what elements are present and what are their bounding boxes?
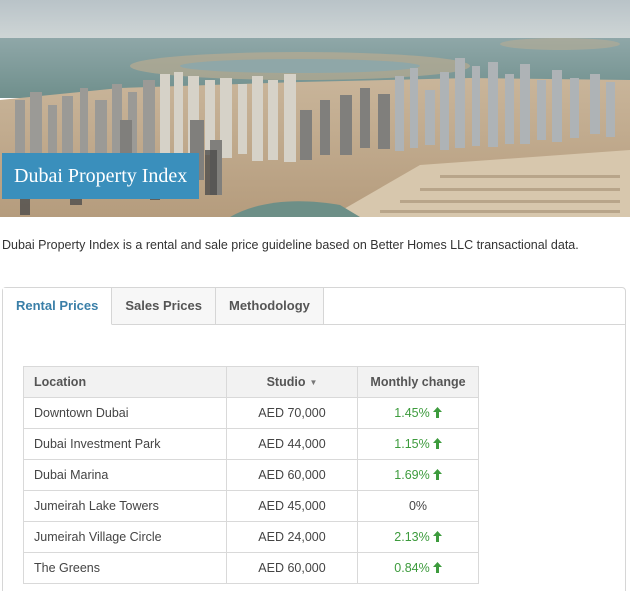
header-monthly-change: Monthly change [357,366,479,398]
change-value: 0% [408,499,428,513]
table-header-row: Location Studio ▼ Monthly change [23,366,479,398]
hero-banner: Dubai Property Index [0,0,630,217]
tabs-panel: Rental Prices Sales Prices Methodology L… [2,287,626,591]
monthly-change-cell: 1.45% [357,397,479,429]
location-cell: Jumeirah Lake Towers [23,490,227,522]
header-studio-sort[interactable]: Studio ▼ [226,366,358,398]
table-row: Downtown Dubai AED 70,000 1.45% [23,397,479,429]
change-value: 2.13% [394,530,430,544]
table-row: Jumeirah Village Circle AED 24,000 2.13% [23,521,479,553]
hero-title: Dubai Property Index [2,153,200,199]
monthly-change-cell: 0% [357,490,479,522]
monthly-change-cell: 0.84% [357,552,479,584]
change-value: 1.45% [394,406,430,420]
tab-bar: Rental Prices Sales Prices Methodology [3,288,324,325]
tab-rental-prices[interactable]: Rental Prices [3,288,113,325]
table-row: Dubai Investment Park AED 44,000 1.15% [23,428,479,460]
change-value: 1.15% [394,437,430,451]
location-cell: The Greens [23,552,227,584]
intro-text: Dubai Property Index is a rental and sal… [2,238,579,252]
caret-down-icon: ▼ [309,378,318,388]
table-row: Jumeirah Lake Towers AED 45,000 0% [23,490,479,522]
header-studio-label: Studio [266,375,306,389]
studio-price-cell: AED 60,000 [226,552,358,584]
table-row: Dubai Marina AED 60,000 1.69% [23,459,479,491]
location-cell: Jumeirah Village Circle [23,521,227,553]
studio-price-cell: AED 45,000 [226,490,358,522]
monthly-change-cell: 1.69% [357,459,479,491]
arrow-up-icon [432,531,442,542]
studio-price-cell: AED 24,000 [226,521,358,553]
rental-prices-table: Location Studio ▼ Monthly change Downtown… [23,366,479,584]
arrow-up-icon [432,562,442,573]
monthly-change-cell: 2.13% [357,521,479,553]
header-change-label: Monthly change [370,375,466,389]
location-cell: Dubai Investment Park [23,428,227,460]
table-row: The Greens AED 60,000 0.84% [23,552,479,584]
studio-price-cell: AED 60,000 [226,459,358,491]
location-cell: Downtown Dubai [23,397,227,429]
tab-methodology[interactable]: Methodology [216,288,324,325]
monthly-change-cell: 1.15% [357,428,479,460]
location-cell: Dubai Marina [23,459,227,491]
header-location-label: Location [34,375,87,389]
arrow-up-icon [432,407,442,418]
change-value: 1.69% [394,468,430,482]
studio-price-cell: AED 44,000 [226,428,358,460]
tab-divider [307,324,625,325]
header-location: Location [23,366,227,398]
arrow-up-icon [432,438,442,449]
studio-price-cell: AED 70,000 [226,397,358,429]
tab-sales-prices[interactable]: Sales Prices [112,288,216,325]
change-value: 0.84% [394,561,430,575]
arrow-up-icon [432,469,442,480]
